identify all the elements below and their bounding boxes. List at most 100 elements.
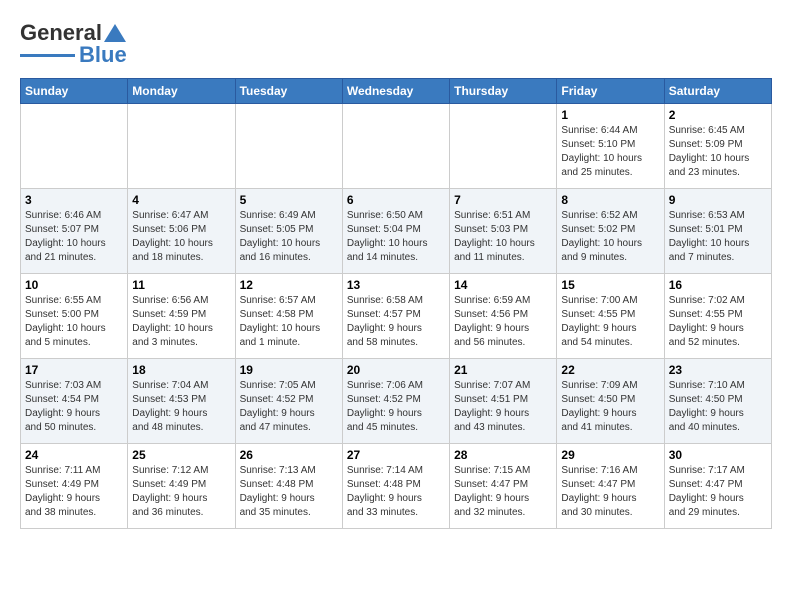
day-cell: 24Sunrise: 7:11 AM Sunset: 4:49 PM Dayli… [21, 444, 128, 529]
page: General Blue Sunday Monday Tuesday Wedne… [0, 0, 792, 549]
day-info: Sunrise: 7:07 AM Sunset: 4:51 PM Dayligh… [454, 379, 552, 435]
day-number: 1 [561, 108, 659, 122]
day-info: Sunrise: 7:10 AM Sunset: 4:50 PM Dayligh… [669, 379, 767, 435]
day-cell: 15 Sunrise: 7:00 AM Sunset: 4:55 PM Dayli… [557, 274, 664, 359]
day-number: 2 [669, 108, 767, 122]
day-cell [128, 104, 235, 189]
day-number: 30 [669, 448, 767, 462]
logo-line [20, 54, 75, 57]
day-cell: 9 Sunrise: 6:53 AM Sunset: 5:01 PM Daylig… [664, 189, 771, 274]
header: General Blue [20, 20, 772, 68]
day-cell: 22 Sunrise: 7:09 AM Sunset: 4:50 PM Dayli… [557, 359, 664, 444]
day-cell: 19 Sunrise: 7:05 AM Sunset: 4:52 PM Dayli… [235, 359, 342, 444]
day-info: Sunrise: 6:46 AM Sunset: 5:07 PM Dayligh… [25, 209, 123, 265]
day-cell: 26 Sunrise: 7:13 AM Sunset: 4:48 PM Dayli… [235, 444, 342, 529]
day-cell: 10 Sunrise: 6:55 AM Sunset: 5:00 PM Dayli… [21, 274, 128, 359]
day-info: Sunrise: 7:15 AM Sunset: 4:47 PM Dayligh… [454, 464, 552, 520]
day-info: Sunrise: 6:51 AM Sunset: 5:03 PM Dayligh… [454, 209, 552, 265]
day-number: 29 [561, 448, 659, 462]
day-number: 4 [132, 193, 230, 207]
day-info: Sunrise: 6:59 AM Sunset: 4:56 PM Dayligh… [454, 294, 552, 350]
day-cell: 3 Sunrise: 6:46 AM Sunset: 5:07 PM Daylig… [21, 189, 128, 274]
day-number: 20 [347, 363, 445, 377]
day-cell [21, 104, 128, 189]
week-row-1: 1 Sunrise: 6:44 AM Sunset: 5:10 PM Daylig… [21, 104, 772, 189]
day-number: 23 [669, 363, 767, 377]
week-row-3: 10 Sunrise: 6:55 AM Sunset: 5:00 PM Dayli… [21, 274, 772, 359]
day-cell [450, 104, 557, 189]
day-cell: 17Sunrise: 7:03 AM Sunset: 4:54 PM Dayli… [21, 359, 128, 444]
day-info: Sunrise: 7:02 AM Sunset: 4:55 PM Dayligh… [669, 294, 767, 350]
day-number: 19 [240, 363, 338, 377]
day-number: 13 [347, 278, 445, 292]
day-cell: 20 Sunrise: 7:06 AM Sunset: 4:52 PM Dayli… [342, 359, 449, 444]
day-number: 17 [25, 363, 123, 377]
day-number: 22 [561, 363, 659, 377]
day-cell: 23 Sunrise: 7:10 AM Sunset: 4:50 PM Dayli… [664, 359, 771, 444]
day-cell: 16 Sunrise: 7:02 AM Sunset: 4:55 PM Dayli… [664, 274, 771, 359]
day-cell: 2 Sunrise: 6:45 AM Sunset: 5:09 PM Daylig… [664, 104, 771, 189]
day-number: 21 [454, 363, 552, 377]
day-number: 11 [132, 278, 230, 292]
day-number: 3 [25, 193, 123, 207]
day-info: Sunrise: 7:05 AM Sunset: 4:52 PM Dayligh… [240, 379, 338, 435]
day-info: Sunrise: 6:44 AM Sunset: 5:10 PM Dayligh… [561, 124, 659, 180]
day-number: 7 [454, 193, 552, 207]
day-number: 24 [25, 448, 123, 462]
day-cell: 25 Sunrise: 7:12 AM Sunset: 4:49 PM Dayli… [128, 444, 235, 529]
day-info: Sunrise: 6:50 AM Sunset: 5:04 PM Dayligh… [347, 209, 445, 265]
day-info: Sunrise: 7:12 AM Sunset: 4:49 PM Dayligh… [132, 464, 230, 520]
day-cell: 30Sunrise: 7:17 AM Sunset: 4:47 PM Dayli… [664, 444, 771, 529]
day-number: 9 [669, 193, 767, 207]
day-info: Sunrise: 7:14 AM Sunset: 4:48 PM Dayligh… [347, 464, 445, 520]
day-info: Sunrise: 6:58 AM Sunset: 4:57 PM Dayligh… [347, 294, 445, 350]
weekday-header-row: Sunday Monday Tuesday Wednesday Thursday… [21, 79, 772, 104]
header-tuesday: Tuesday [235, 79, 342, 104]
day-number: 18 [132, 363, 230, 377]
day-cell: 1 Sunrise: 6:44 AM Sunset: 5:10 PM Daylig… [557, 104, 664, 189]
day-cell [342, 104, 449, 189]
day-number: 26 [240, 448, 338, 462]
week-row-2: 3 Sunrise: 6:46 AM Sunset: 5:07 PM Daylig… [21, 189, 772, 274]
day-cell: 18 Sunrise: 7:04 AM Sunset: 4:53 PM Dayli… [128, 359, 235, 444]
day-info: Sunrise: 7:00 AM Sunset: 4:55 PM Dayligh… [561, 294, 659, 350]
day-cell: 13 Sunrise: 6:58 AM Sunset: 4:57 PM Dayli… [342, 274, 449, 359]
header-wednesday: Wednesday [342, 79, 449, 104]
day-number: 14 [454, 278, 552, 292]
day-cell: 4Sunrise: 6:47 AM Sunset: 5:06 PM Daylig… [128, 189, 235, 274]
day-cell: 11 Sunrise: 6:56 AM Sunset: 4:59 PM Dayli… [128, 274, 235, 359]
day-number: 12 [240, 278, 338, 292]
logo-blue: Blue [79, 42, 127, 68]
day-info: Sunrise: 7:04 AM Sunset: 4:53 PM Dayligh… [132, 379, 230, 435]
day-info: Sunrise: 6:45 AM Sunset: 5:09 PM Dayligh… [669, 124, 767, 180]
day-info: Sunrise: 6:52 AM Sunset: 5:02 PM Dayligh… [561, 209, 659, 265]
day-info: Sunrise: 7:13 AM Sunset: 4:48 PM Dayligh… [240, 464, 338, 520]
day-cell: 12Sunrise: 6:57 AM Sunset: 4:58 PM Dayli… [235, 274, 342, 359]
logo-icon [104, 22, 126, 44]
day-cell: 27 Sunrise: 7:14 AM Sunset: 4:48 PM Dayli… [342, 444, 449, 529]
day-info: Sunrise: 6:55 AM Sunset: 5:00 PM Dayligh… [25, 294, 123, 350]
day-cell: 28Sunrise: 7:15 AM Sunset: 4:47 PM Dayli… [450, 444, 557, 529]
day-number: 15 [561, 278, 659, 292]
day-cell: 6 Sunrise: 6:50 AM Sunset: 5:04 PM Daylig… [342, 189, 449, 274]
day-number: 25 [132, 448, 230, 462]
day-cell: 5Sunrise: 6:49 AM Sunset: 5:05 PM Daylig… [235, 189, 342, 274]
day-cell: 21 Sunrise: 7:07 AM Sunset: 4:51 PM Dayli… [450, 359, 557, 444]
header-sunday: Sunday [21, 79, 128, 104]
day-number: 27 [347, 448, 445, 462]
day-info: Sunrise: 7:16 AM Sunset: 4:47 PM Dayligh… [561, 464, 659, 520]
day-cell: 29 Sunrise: 7:16 AM Sunset: 4:47 PM Dayli… [557, 444, 664, 529]
day-info: Sunrise: 7:06 AM Sunset: 4:52 PM Dayligh… [347, 379, 445, 435]
header-friday: Friday [557, 79, 664, 104]
day-number: 16 [669, 278, 767, 292]
day-info: Sunrise: 7:09 AM Sunset: 4:50 PM Dayligh… [561, 379, 659, 435]
day-number: 10 [25, 278, 123, 292]
day-info: Sunrise: 6:56 AM Sunset: 4:59 PM Dayligh… [132, 294, 230, 350]
day-cell [235, 104, 342, 189]
day-info: Sunrise: 6:49 AM Sunset: 5:05 PM Dayligh… [240, 209, 338, 265]
day-cell: 7 Sunrise: 6:51 AM Sunset: 5:03 PM Daylig… [450, 189, 557, 274]
day-info: Sunrise: 6:53 AM Sunset: 5:01 PM Dayligh… [669, 209, 767, 265]
day-number: 6 [347, 193, 445, 207]
header-saturday: Saturday [664, 79, 771, 104]
week-row-5: 24Sunrise: 7:11 AM Sunset: 4:49 PM Dayli… [21, 444, 772, 529]
